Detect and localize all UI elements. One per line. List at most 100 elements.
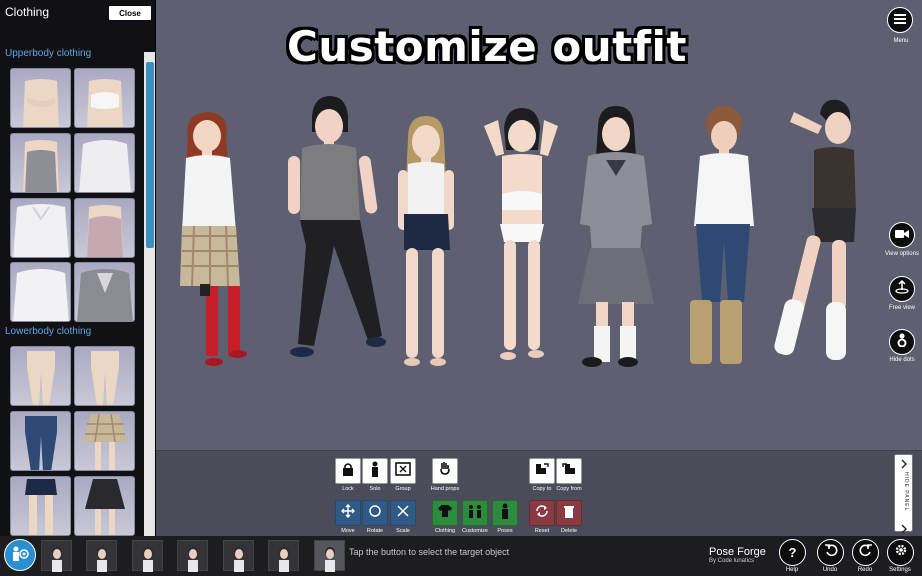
clothing-item[interactable] bbox=[74, 133, 135, 193]
copy-to-icon bbox=[534, 462, 550, 481]
person-icon bbox=[370, 461, 380, 482]
character-figure-7[interactable] bbox=[770, 96, 860, 381]
menu-label: Menu bbox=[893, 38, 909, 44]
gear-icon bbox=[894, 543, 908, 562]
clothing-item[interactable] bbox=[10, 476, 71, 536]
lock-button[interactable] bbox=[335, 458, 361, 484]
clothing-item[interactable] bbox=[10, 133, 71, 193]
view-options-label: View options bbox=[885, 251, 919, 257]
hide-dots-button[interactable] bbox=[889, 329, 915, 355]
solo-button[interactable] bbox=[362, 458, 388, 484]
rotate-icon bbox=[368, 504, 382, 523]
character-figure-6[interactable] bbox=[684, 102, 764, 382]
scale-icon bbox=[396, 504, 410, 523]
group-icon bbox=[395, 461, 411, 481]
pose-icon bbox=[500, 503, 510, 524]
panel-title: Clothing bbox=[5, 5, 50, 19]
object-thumbnail[interactable] bbox=[223, 540, 254, 572]
app-brand: Pose Forge bbox=[709, 546, 766, 558]
hide-panel-button[interactable]: HIDE PANEL bbox=[894, 454, 913, 534]
camera-icon bbox=[895, 226, 909, 244]
clothing-item[interactable] bbox=[10, 346, 71, 406]
character-figure-4[interactable] bbox=[478, 106, 558, 381]
clothing-item[interactable] bbox=[74, 476, 135, 536]
help-icon: ? bbox=[788, 545, 797, 560]
reset-button[interactable] bbox=[529, 500, 555, 526]
copy-from-icon bbox=[561, 462, 577, 481]
clothing-item[interactable] bbox=[10, 198, 71, 258]
section-label-lowerbody: Lowerbody clothing bbox=[5, 326, 92, 337]
clothing-item[interactable] bbox=[74, 262, 135, 322]
copy-from-label: Copy from bbox=[556, 486, 582, 492]
settings-label: Settings bbox=[889, 567, 911, 573]
hand-props-label: Hand props bbox=[430, 486, 460, 492]
panel-scrollbar-thumb[interactable] bbox=[146, 62, 154, 248]
character-figure-5[interactable] bbox=[570, 104, 660, 379]
delete-label: Delete bbox=[561, 528, 577, 534]
clothing-panel: Clothing Close Upperbody clothing Lowerb… bbox=[0, 0, 156, 536]
trash-icon bbox=[563, 504, 575, 523]
settings-button[interactable] bbox=[887, 539, 914, 566]
character-figure-1[interactable] bbox=[174, 106, 254, 381]
undo-icon bbox=[824, 543, 838, 562]
object-thumbnail[interactable] bbox=[132, 540, 163, 572]
object-thumbnail[interactable] bbox=[177, 540, 208, 572]
hand-icon bbox=[437, 461, 453, 482]
clothing-item[interactable] bbox=[74, 411, 135, 471]
undo-button[interactable] bbox=[817, 539, 844, 566]
close-button[interactable]: Close bbox=[109, 6, 151, 20]
object-thumbnail[interactable] bbox=[41, 540, 72, 572]
section-label-upperbody: Upperbody clothing bbox=[5, 48, 92, 59]
target-person-icon bbox=[10, 545, 30, 566]
redo-icon bbox=[859, 543, 873, 562]
object-thumbnail[interactable] bbox=[268, 540, 299, 572]
dots-icon bbox=[896, 333, 908, 352]
object-thumbnail-selected[interactable] bbox=[314, 540, 345, 572]
poses-button[interactable] bbox=[492, 500, 518, 526]
free-view-icon bbox=[895, 279, 909, 299]
help-button[interactable]: ? bbox=[779, 539, 806, 566]
redo-button[interactable] bbox=[852, 539, 879, 566]
reset-icon bbox=[535, 504, 549, 523]
free-view-label: Free view bbox=[888, 305, 915, 311]
move-icon bbox=[341, 503, 355, 523]
copy-to-button[interactable] bbox=[529, 458, 555, 484]
character-figure-2[interactable] bbox=[284, 96, 394, 371]
clothing-item[interactable] bbox=[74, 346, 135, 406]
undo-label: Undo bbox=[822, 567, 838, 573]
move-button[interactable] bbox=[335, 500, 361, 526]
free-view-button[interactable] bbox=[889, 276, 915, 302]
copy-from-button[interactable] bbox=[556, 458, 582, 484]
select-target-button[interactable] bbox=[4, 539, 36, 571]
view-options-button[interactable] bbox=[889, 222, 915, 248]
clothing-item[interactable] bbox=[74, 198, 135, 258]
character-figure-3[interactable] bbox=[390, 112, 460, 377]
clothing-item[interactable] bbox=[74, 68, 135, 128]
hand-props-button[interactable] bbox=[432, 458, 458, 484]
clothing-item[interactable] bbox=[10, 262, 71, 322]
lock-icon bbox=[342, 462, 354, 481]
delete-button[interactable] bbox=[556, 500, 582, 526]
menu-button[interactable] bbox=[887, 7, 913, 33]
clothing-item[interactable] bbox=[10, 411, 71, 471]
clothing-button[interactable] bbox=[432, 500, 458, 526]
clothing-label: Clothing bbox=[434, 528, 456, 534]
clothing-item[interactable] bbox=[10, 68, 71, 128]
customize-icon bbox=[467, 504, 483, 523]
scale-button[interactable] bbox=[390, 500, 416, 526]
scale-label: Scale bbox=[396, 528, 410, 534]
customize-button[interactable] bbox=[462, 500, 488, 526]
page-headline: Customize outfit bbox=[287, 22, 687, 71]
group-button[interactable] bbox=[390, 458, 416, 484]
customize-label: Customize bbox=[462, 528, 488, 534]
hide-panel-label: HIDE PANEL bbox=[903, 472, 909, 512]
hide-dots-label: Hide dots bbox=[889, 357, 915, 363]
poses-label: Poses bbox=[497, 528, 513, 534]
shirt-icon bbox=[437, 504, 453, 523]
app-brand-subtitle: By Code lunatics bbox=[709, 558, 755, 564]
hamburger-icon bbox=[894, 11, 906, 29]
status-hint: Tap the button to select the target obje… bbox=[349, 547, 510, 557]
object-thumbnail[interactable] bbox=[86, 540, 117, 572]
rotate-button[interactable] bbox=[362, 500, 388, 526]
help-label: Help bbox=[785, 567, 799, 573]
